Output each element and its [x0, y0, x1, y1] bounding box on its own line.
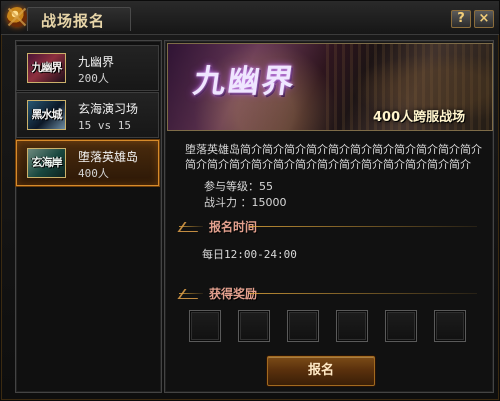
- sidebar-item-jiuyoujie[interactable]: 九幽界 九幽界 200人: [16, 45, 159, 91]
- battlefield-thumbnail: 黑水城: [27, 100, 66, 130]
- reward-slot[interactable]: [238, 310, 270, 342]
- power-requirement: 战斗力 ：15000: [204, 196, 287, 209]
- reward-slot[interactable]: [336, 310, 368, 342]
- battlefield-capacity: 200人: [78, 72, 109, 85]
- reward-slot[interactable]: [189, 310, 221, 342]
- thumbnail-label: 玄海岸: [31, 156, 63, 169]
- thumbnail-label: 黑水城: [31, 108, 63, 121]
- thumbnail-label: 九幽界: [31, 61, 63, 74]
- battlefield-name: 玄海演习场: [78, 102, 139, 116]
- battlefield-thumbnail: 九幽界: [27, 53, 66, 83]
- ornament-icon: [177, 222, 205, 232]
- reward-slot[interactable]: [434, 310, 466, 342]
- reward-header: 获得奖励: [177, 285, 477, 303]
- help-button[interactable]: ?: [451, 10, 471, 28]
- reward-slot[interactable]: [287, 310, 319, 342]
- battle-registration-window: 战场报名 ? × 九幽界 九幽界 200人 黑水城 玄海演习场 15 vs 15…: [0, 0, 500, 401]
- sidebar-item-fallen-hero-island[interactable]: 玄海岸 堕落英雄岛 400人: [16, 140, 159, 186]
- signup-time-value: 每日12:00-24:00: [202, 248, 297, 261]
- battlefield-thumbnail: 玄海岸: [27, 148, 66, 178]
- ornament-icon: [7, 7, 27, 27]
- battlefield-detail-panel: 九幽界 400人跨服战场 堕落英雄岛简介简介简介简介简介简介简介简介简介简介简介…: [164, 40, 494, 393]
- ornament-icon: [177, 289, 205, 299]
- close-button[interactable]: ×: [474, 10, 494, 28]
- banner-title: 九幽界: [191, 62, 299, 100]
- window-title: 战场报名: [41, 12, 106, 30]
- close-icon: ×: [478, 11, 490, 26]
- window-titlebar: 战场报名 ? ×: [1, 1, 499, 35]
- battlefield-name: 九幽界: [78, 55, 115, 69]
- sidebar-item-xuanhai-drill[interactable]: 黑水城 玄海演习场 15 vs 15: [16, 92, 159, 138]
- level-requirement: 参与等级：55: [204, 180, 273, 193]
- signup-button[interactable]: 报名: [267, 356, 375, 386]
- signup-time-title: 报名时间: [209, 220, 258, 234]
- battlefield-name: 堕落英雄岛: [78, 150, 139, 164]
- battlefield-banner: 九幽界 400人跨服战场: [167, 43, 493, 131]
- battlefield-capacity: 15 vs 15: [78, 119, 131, 132]
- battlefield-list-panel: 九幽界 九幽界 200人 黑水城 玄海演习场 15 vs 15 玄海岸 堕落英雄…: [15, 40, 162, 393]
- battlefield-description: 堕落英雄岛简介简介简介简介简介简介简介简介简介简介简介简介简介简介简介简介简介简…: [185, 143, 482, 171]
- signup-time-header: 报名时间: [177, 218, 477, 236]
- banner-subtitle: 400人跨服战场: [373, 110, 466, 125]
- help-icon: ?: [457, 11, 465, 26]
- reward-title: 获得奖励: [209, 287, 258, 301]
- reward-slot[interactable]: [385, 310, 417, 342]
- battlefield-capacity: 400人: [78, 167, 109, 180]
